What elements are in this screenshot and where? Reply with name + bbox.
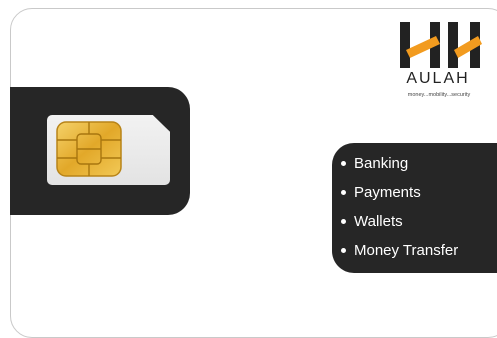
chip-icon xyxy=(56,121,122,177)
brand-name: AULAH xyxy=(406,70,470,87)
list-item: Banking xyxy=(341,153,497,182)
feature-panel: Banking Payments Wallets Money Transfer xyxy=(332,143,497,273)
list-item: Payments xyxy=(341,182,497,211)
list-item: Money Transfer xyxy=(341,240,497,269)
list-item: Wallets xyxy=(341,211,497,240)
feature-list: Banking Payments Wallets Money Transfer xyxy=(332,143,497,269)
brand-tagline: money...mobility...security xyxy=(407,92,471,98)
